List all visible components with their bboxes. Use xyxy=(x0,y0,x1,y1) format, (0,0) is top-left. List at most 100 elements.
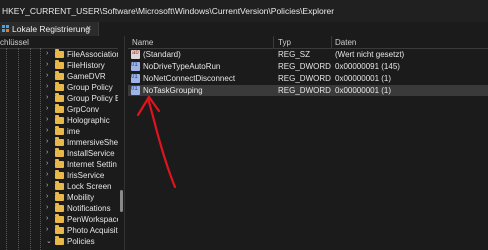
column-divider[interactable] xyxy=(273,36,274,48)
tree-item[interactable]: › FileHistory xyxy=(46,60,124,71)
chevron-right-icon[interactable]: › xyxy=(46,94,48,101)
tree-item-label: Holographic xyxy=(67,116,110,125)
chevron-right-icon[interactable]: › xyxy=(46,61,48,68)
chevron-right-icon[interactable]: › xyxy=(46,171,48,178)
key-tree: chlüssel › FileAssociation › FileHistory › Ga… xyxy=(0,36,124,250)
tree-item-label: Internet Settin xyxy=(67,160,117,169)
chevron-down-icon[interactable]: ⌄ xyxy=(46,237,52,245)
tree-item-label: Lock Screen xyxy=(67,182,112,191)
tree-item-label: FileHistory xyxy=(67,61,105,70)
tree-item[interactable]: › Internet Settin xyxy=(46,159,124,170)
column-header-data[interactable]: Daten xyxy=(335,38,356,47)
column-header-name[interactable]: Name xyxy=(132,38,153,47)
value-name: NoNetConnectDisconnect xyxy=(143,74,236,83)
tree-item[interactable]: › Lock Screen xyxy=(46,181,124,192)
folder-icon xyxy=(55,82,64,91)
tree-item[interactable]: › Group Policy xyxy=(46,82,124,93)
tab-bar: Lokale Registrierung × xyxy=(0,22,488,36)
value-type: REG_SZ xyxy=(278,50,311,59)
tree-item-label: FileAssociation xyxy=(67,50,121,59)
value-name: NoDriveTypeAutoRun xyxy=(143,62,221,71)
tree-item[interactable]: › Mobility xyxy=(46,192,124,203)
close-icon[interactable]: × xyxy=(86,23,91,33)
chevron-right-icon[interactable]: › xyxy=(46,72,48,79)
folder-icon xyxy=(55,126,64,135)
folder-icon xyxy=(55,203,64,212)
value-name: NoTaskGrouping xyxy=(143,86,203,95)
chevron-right-icon[interactable]: › xyxy=(46,215,48,222)
chevron-right-icon[interactable]: › xyxy=(46,149,48,156)
tree-guide-line xyxy=(30,48,32,250)
chevron-right-icon[interactable]: › xyxy=(46,50,48,57)
folder-icon xyxy=(55,104,64,113)
tree-item-label: Photo Acquisit xyxy=(67,226,118,235)
folder-icon xyxy=(55,115,64,124)
folder-icon xyxy=(55,181,64,190)
value-type: REG_DWORD xyxy=(278,74,331,83)
folder-icon xyxy=(55,148,64,157)
folder-icon xyxy=(55,49,64,58)
folder-icon xyxy=(55,170,64,179)
reg-dword-icon xyxy=(131,86,140,95)
tree-item-label: InstallService xyxy=(67,149,115,158)
tree-guide-line xyxy=(40,48,42,250)
tree-item[interactable]: › Group Policy E xyxy=(46,93,124,104)
tree-item[interactable]: › FileAssociation xyxy=(46,49,124,60)
tree-item-label: GameDVR xyxy=(67,72,106,81)
list-row[interactable]: NoNetConnectDisconnect REG_DWORD 0x0000000… xyxy=(128,73,488,84)
folder-icon xyxy=(55,225,64,234)
chevron-right-icon[interactable]: › xyxy=(46,105,48,112)
tab-title: Lokale Registrierung xyxy=(12,24,90,34)
tab-local-registry[interactable]: Lokale Registrierung × xyxy=(0,22,99,36)
folder-icon xyxy=(55,60,64,69)
chevron-right-icon[interactable]: › xyxy=(46,127,48,134)
value-data: 0x00000001 (1) xyxy=(335,74,392,83)
list-row[interactable]: NoTaskGrouping REG_DWORD 0x00000001 (1) xyxy=(128,85,488,96)
tree-item[interactable]: › IrisService xyxy=(46,170,124,181)
chevron-right-icon[interactable]: › xyxy=(46,204,48,211)
tree-item[interactable]: › GameDVR xyxy=(46,71,124,82)
tree-item-label: GrpConv xyxy=(67,105,100,114)
folder-icon xyxy=(55,137,64,146)
value-type: REG_DWORD xyxy=(278,62,331,71)
value-name: (Standard) xyxy=(143,50,181,59)
tree-item-label: ImmersiveShel xyxy=(67,138,120,147)
tree-item[interactable]: › InstallService xyxy=(46,148,124,159)
address-path[interactable]: HKEY_CURRENT_USER\Software\Microsoft\Win… xyxy=(2,6,334,16)
tree-item[interactable]: › PenWorkspace xyxy=(46,214,124,225)
column-divider[interactable] xyxy=(331,36,332,48)
reg-dword-icon xyxy=(131,74,140,83)
tree-item-label: IrisService xyxy=(67,171,105,180)
tree-item[interactable]: › ImmersiveShel xyxy=(46,137,124,148)
value-data: 0x00000091 (145) xyxy=(335,62,400,71)
tree-item[interactable]: › Holographic xyxy=(46,115,124,126)
chevron-right-icon[interactable]: › xyxy=(46,116,48,123)
tree-item[interactable]: ⌄ Policies xyxy=(46,236,124,247)
folder-icon xyxy=(55,159,64,168)
chevron-right-icon[interactable]: › xyxy=(46,160,48,167)
reg-sz-icon xyxy=(131,50,140,59)
list-header: Name Typ Daten xyxy=(128,36,488,49)
chevron-right-icon[interactable]: › xyxy=(46,193,48,200)
tree-item-label: Group Policy xyxy=(67,83,113,92)
values-list: Name Typ Daten (Standard) REG_SZ (Wert nic… xyxy=(128,36,488,250)
tree-item[interactable]: › GrpConv xyxy=(46,104,124,115)
column-header-type[interactable]: Typ xyxy=(278,38,291,47)
chevron-right-icon[interactable]: › xyxy=(46,182,48,189)
folder-icon xyxy=(55,236,64,245)
tree-item-label: Group Policy E xyxy=(67,94,121,103)
chevron-right-icon[interactable]: › xyxy=(46,138,48,145)
tree-scrollbar-thumb[interactable] xyxy=(120,190,123,212)
tree-item[interactable]: › Notifications xyxy=(46,203,124,214)
tree-item[interactable]: › Photo Acquisit xyxy=(46,225,124,236)
list-row[interactable]: NoDriveTypeAutoRun REG_DWORD 0x00000091 (1… xyxy=(128,61,488,72)
chevron-right-icon[interactable]: › xyxy=(46,226,48,233)
chevron-right-icon[interactable]: › xyxy=(46,83,48,90)
tree-item-label: Mobility xyxy=(67,193,95,202)
address-bar[interactable]: HKEY_CURRENT_USER\Software\Microsoft\Win… xyxy=(0,0,488,23)
folder-icon xyxy=(55,214,64,223)
tree-item[interactable]: › ime xyxy=(46,126,124,137)
list-row[interactable]: (Standard) REG_SZ (Wert nicht gesetzt) xyxy=(128,49,488,60)
reg-dword-icon xyxy=(131,62,140,71)
tree-guide-line xyxy=(18,48,20,250)
